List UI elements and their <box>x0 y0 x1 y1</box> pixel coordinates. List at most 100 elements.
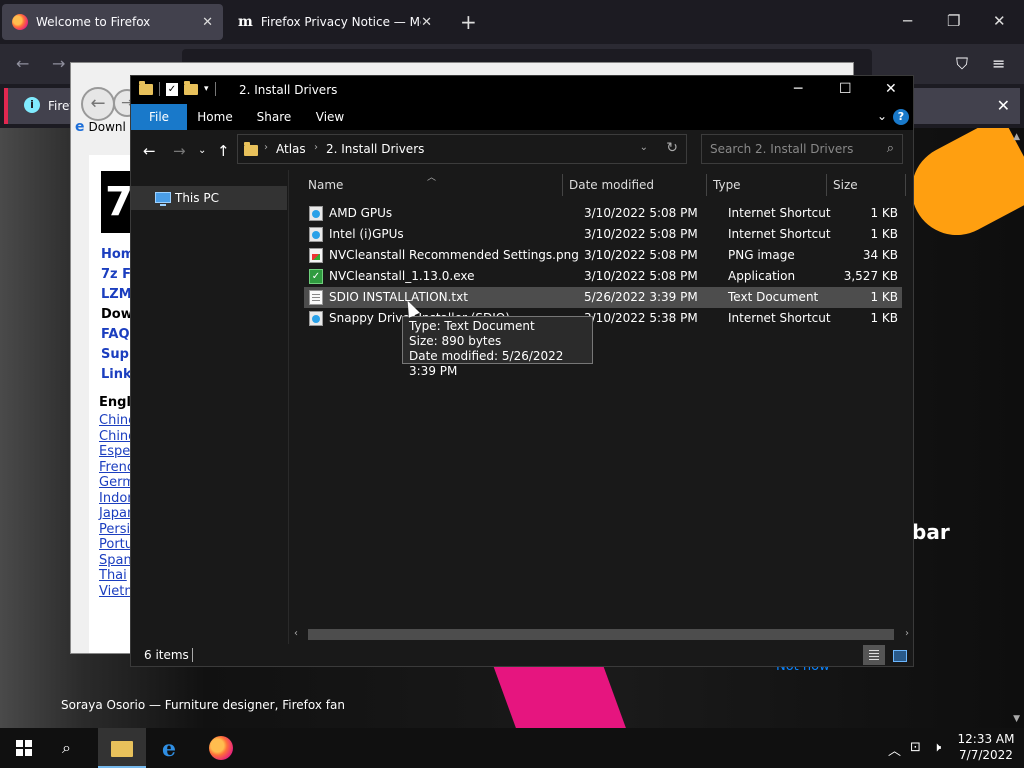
volume-muted-icon[interactable]: 🕨 <box>933 740 941 755</box>
forward-icon[interactable]: → <box>52 54 65 73</box>
menu-icon[interactable]: ≡ <box>992 54 1005 73</box>
taskbar-clock[interactable]: 12:33 AM 7/7/2022 <box>950 731 1022 763</box>
old-back-icon[interactable]: ← <box>81 87 115 121</box>
file-row[interactable]: Intel (i)GPUs 3/10/2022 5:08 PM Internet S… <box>304 224 902 245</box>
photo-caption: Soraya Osorio — Furniture designer, Fire… <box>61 698 345 712</box>
navigation-pane: This PC <box>131 170 289 644</box>
tab-privacy-notice[interactable]: m Firefox Privacy Notice — Mozilla ✕ <box>228 4 442 40</box>
file-size: 1 KB <box>870 227 898 241</box>
mozilla-logo-icon: m <box>238 14 253 30</box>
taskbar-file-explorer[interactable] <box>98 728 146 768</box>
new-tab-button[interactable]: + <box>460 10 477 34</box>
help-icon[interactable]: ? <box>893 109 909 125</box>
taskbar: ⌕ e ︿ ⊡ 🕨 12:33 AM 7/7/2022 <box>0 728 1024 768</box>
restore-button[interactable]: ❐ <box>947 12 960 30</box>
url-file-icon <box>309 206 323 221</box>
column-date-modified[interactable]: Date modified <box>569 178 654 192</box>
breadcrumb-install-drivers[interactable]: 2. Install Drivers <box>326 142 424 156</box>
details-view-icon[interactable] <box>863 645 885 665</box>
properties-icon[interactable]: ✓ <box>166 82 178 96</box>
horizontal-scrollbar[interactable]: ‹ › <box>290 626 913 643</box>
clock-time: 12:33 AM <box>957 732 1015 746</box>
scroll-down-icon[interactable]: ▼ <box>1013 714 1020 724</box>
old-address-tab[interactable]: e Downl <box>75 119 126 135</box>
close-window-button[interactable]: ✕ <box>993 12 1006 30</box>
nav-item-this-pc[interactable]: This PC <box>131 186 287 210</box>
breadcrumb-separator-icon[interactable]: › <box>314 142 318 153</box>
column-name[interactable]: Name <box>308 178 343 192</box>
explorer-back-icon[interactable]: ← <box>143 142 156 160</box>
taskbar-search-icon[interactable]: ⌕ <box>62 738 71 758</box>
refresh-icon[interactable]: ↻ <box>666 140 678 156</box>
explorer-minimize-button[interactable]: ─ <box>794 81 802 97</box>
file-row[interactable]: SDIO INSTALLATION.txt 5/26/2022 3:39 PM Te… <box>304 287 902 308</box>
file-size: 1 KB <box>870 206 898 220</box>
notification-close-button[interactable]: ✕ <box>997 96 1010 115</box>
file-explorer-icon <box>111 741 133 757</box>
file-size: 1 KB <box>870 290 898 304</box>
ribbon-tab-view[interactable]: View <box>309 104 351 130</box>
network-icon[interactable]: ⊡ <box>910 740 921 755</box>
column-divider[interactable] <box>706 174 707 196</box>
address-box[interactable]: › Atlas › 2. Install Drivers ⌄ ↻ <box>237 134 687 164</box>
explorer-title-bar[interactable]: ✓ ▾ 2. Install Drivers ─ ☐ ✕ <box>131 76 913 104</box>
explorer-forward-icon[interactable]: → <box>173 142 186 160</box>
firefox-tab-bar: Welcome to Firefox ✕ m Firefox Privacy N… <box>0 0 1024 44</box>
minimize-button[interactable]: ─ <box>903 12 912 30</box>
breadcrumb-atlas[interactable]: Atlas <box>276 142 306 156</box>
file-row[interactable]: NVCleanstall Recommended Settings.png 3/1… <box>304 245 902 266</box>
ribbon-tab-home[interactable]: Home <box>193 104 237 130</box>
back-icon[interactable]: ← <box>16 54 29 73</box>
file-date-modified: 5/26/2022 3:39 PM <box>584 290 698 304</box>
scrollbar-thumb[interactable] <box>308 629 894 640</box>
ribbon-tab-share[interactable]: Share <box>252 104 296 130</box>
address-dropdown-icon[interactable]: ⌄ <box>640 142 648 153</box>
pocket-icon[interactable]: ⛉ <box>956 54 968 74</box>
taskbar-internet-explorer[interactable]: e <box>148 728 196 768</box>
column-divider[interactable] <box>562 174 563 196</box>
windows-start-icon[interactable] <box>16 740 32 756</box>
taskbar-firefox[interactable] <box>197 728 245 768</box>
up-icon[interactable]: ↑ <box>217 142 230 160</box>
scroll-up-icon[interactable]: ▲ <box>1013 132 1020 142</box>
tab-close-icon[interactable]: ✕ <box>421 15 432 30</box>
recent-locations-icon[interactable]: ⌄ <box>198 145 206 156</box>
search-box[interactable]: ⌕ <box>701 134 903 164</box>
column-divider[interactable] <box>905 174 906 196</box>
file-size: 34 KB <box>862 248 898 262</box>
column-type[interactable]: Type <box>713 178 741 192</box>
explorer-maximize-button[interactable]: ☐ <box>839 81 852 97</box>
file-type: Application <box>728 269 796 283</box>
new-folder-icon[interactable] <box>184 80 198 95</box>
tab-title: Firefox Privacy Notice — Mozilla <box>260 15 421 29</box>
file-tooltip: Type: Text Document Size: 890 bytes Date… <box>402 316 593 378</box>
customize-dropdown-icon[interactable]: ▾ <box>204 84 209 94</box>
url-file-icon <box>309 227 323 242</box>
expand-ribbon-icon[interactable]: ⌄ <box>877 109 887 123</box>
file-row[interactable]: ✓ NVCleanstall_1.13.0.exe 3/10/2022 5:08 P… <box>304 266 902 287</box>
file-name: NVCleanstall_1.13.0.exe <box>329 269 475 283</box>
search-input[interactable] <box>702 135 872 163</box>
firefox-logo-icon <box>12 14 28 30</box>
tooltip-type: Type: Text Document <box>409 319 535 333</box>
tab-close-icon[interactable]: ✕ <box>202 15 213 30</box>
page-heading-fragment: bar <box>912 520 950 544</box>
file-row[interactable]: AMD GPUs 3/10/2022 5:08 PM Internet Shortc… <box>304 203 902 224</box>
file-list: ︿ Name Date modified Type Size AMD GPUs 3… <box>290 170 913 644</box>
tab-welcome[interactable]: Welcome to Firefox ✕ <box>2 4 223 40</box>
scroll-right-icon[interactable]: › <box>905 628 909 639</box>
show-hidden-icons-icon[interactable]: ︿ <box>888 740 901 759</box>
column-size[interactable]: Size <box>833 178 858 192</box>
sort-ascending-icon: ︿ <box>427 173 437 183</box>
file-name: SDIO INSTALLATION.txt <box>329 290 468 304</box>
url-file-icon <box>309 311 323 326</box>
scroll-left-icon[interactable]: ‹ <box>294 628 298 639</box>
column-divider[interactable] <box>826 174 827 196</box>
explorer-close-button[interactable]: ✕ <box>885 81 897 97</box>
large-icons-view-icon[interactable] <box>888 645 910 665</box>
ribbon-tab-file[interactable]: File <box>131 104 187 130</box>
breadcrumb-separator-icon[interactable]: › <box>264 142 268 153</box>
file-row[interactable]: Snappy Driver Installer (SDIO)3/10/2022 … <box>304 308 902 329</box>
file-type: Text Document <box>728 290 819 304</box>
txt-file-icon <box>309 290 323 305</box>
